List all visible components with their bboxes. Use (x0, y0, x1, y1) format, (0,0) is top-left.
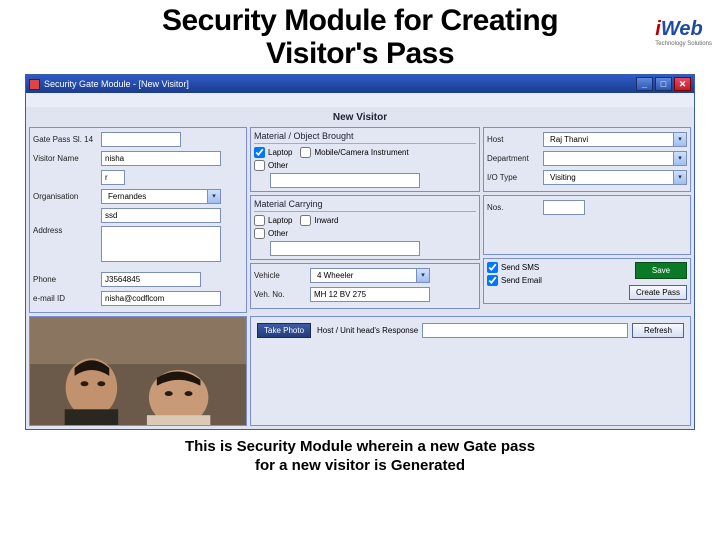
initial-input[interactable] (101, 170, 125, 185)
photo-preview (29, 316, 247, 426)
chevron-down-icon: ▾ (673, 171, 686, 184)
other-carry-input[interactable] (270, 241, 420, 256)
caption-line2: for a new visitor is Generated (255, 457, 465, 474)
create-pass-button[interactable]: Create Pass (629, 285, 687, 300)
host-label: Host (487, 135, 543, 144)
phone-input[interactable] (101, 272, 201, 287)
other-carry-checkbox[interactable]: Other (254, 228, 476, 239)
laptop-brought-checkbox[interactable]: Laptop (254, 147, 292, 158)
logo-text: Web (661, 18, 703, 40)
checkbox-icon (254, 147, 265, 158)
mobile-brought-checkbox[interactable]: Mobile/Camera Instrument (300, 147, 408, 158)
slide-caption: This is Security Module wherein a new Ga… (0, 438, 720, 476)
org-sub-input[interactable] (101, 208, 221, 223)
host-response-input[interactable] (422, 323, 628, 338)
caption-line1: This is Security Module wherein a new Ga… (185, 438, 535, 455)
dept-label: Department (487, 154, 543, 163)
photo-controls-panel: Take Photo Host / Unit head's Response R… (250, 316, 691, 426)
checkbox-icon (487, 275, 498, 286)
client-area: New Visitor Gate Pass Sl. 14 Visitor Nam… (26, 107, 694, 429)
titlebar: Security Gate Module - [New Visitor] _ □… (26, 75, 694, 93)
chevron-down-icon: ▾ (207, 190, 220, 203)
section-title: New Visitor (29, 110, 691, 127)
other-brought-input[interactable] (270, 173, 420, 188)
host-panel: Host Raj Thanvi ▾ Department ▾ (483, 127, 691, 192)
vehicle-panel: Vehicle 4 Wheeler ▾ Veh. No. (250, 263, 480, 309)
email-label: e-mail ID (33, 294, 101, 303)
slide-title: Security Module for Creating Visitor's P… (0, 0, 720, 72)
material-brought-panel: Material / Object Brought Laptop Mobile/… (250, 127, 480, 192)
organisation-select[interactable]: Fernandes ▾ (101, 189, 221, 204)
organisation-value: Fernandes (105, 192, 207, 201)
vehno-label: Veh. No. (254, 290, 310, 299)
checkbox-icon (300, 147, 311, 158)
checkbox-icon (487, 262, 498, 273)
checkbox-icon (300, 215, 311, 226)
host-value: Raj Thanvi (547, 135, 673, 144)
checkbox-icon (254, 228, 265, 239)
chevron-down-icon: ▾ (673, 152, 686, 165)
material-carrying-panel: Material Carrying Laptop Inward Other (250, 195, 480, 260)
host-select[interactable]: Raj Thanvi ▾ (543, 132, 687, 147)
phone-label: Phone (33, 275, 101, 284)
vehicle-label: Vehicle (254, 271, 310, 280)
material-brought-title: Material / Object Brought (254, 131, 476, 144)
material-carrying-title: Material Carrying (254, 199, 476, 212)
app-icon (29, 79, 40, 90)
iotype-select[interactable]: Visiting ▾ (543, 170, 687, 185)
slide-title-line1: Security Module for Creating (162, 4, 558, 37)
gatepass-label: Gate Pass Sl. 14 (33, 135, 101, 144)
photo-icon (30, 317, 246, 425)
vehicle-select[interactable]: 4 Wheeler ▾ (310, 268, 430, 283)
minimize-button[interactable]: _ (636, 77, 653, 91)
maximize-button[interactable]: □ (655, 77, 672, 91)
gatepass-input[interactable] (101, 132, 181, 147)
chevron-down-icon: ▾ (416, 269, 429, 282)
take-photo-button[interactable]: Take Photo (257, 323, 311, 338)
app-window: Security Gate Module - [New Visitor] _ □… (25, 74, 695, 430)
laptop-carry-checkbox[interactable]: Laptop (254, 215, 292, 226)
window-title: Security Gate Module - [New Visitor] (44, 79, 189, 89)
visitor-name-input[interactable] (101, 151, 221, 166)
iotype-value: Visiting (547, 173, 673, 182)
vehno-input[interactable] (310, 287, 430, 302)
save-button[interactable]: Save (635, 262, 687, 279)
address-label: Address (33, 226, 101, 235)
visitor-details-panel: Gate Pass Sl. 14 Visitor Name Organisati… (29, 127, 247, 313)
iotype-label: I/O Type (487, 173, 543, 182)
address-input[interactable] (101, 226, 221, 262)
inward-checkbox[interactable]: Inward (300, 215, 338, 226)
refresh-button[interactable]: Refresh (632, 323, 684, 338)
checkbox-icon (254, 215, 265, 226)
chevron-down-icon: ▾ (673, 133, 686, 146)
slide-title-line2: Visitor's Pass (266, 37, 454, 70)
nos-input[interactable] (543, 200, 585, 215)
vehicle-value: 4 Wheeler (314, 271, 416, 280)
logo: iWeb Technology Solutions (655, 18, 712, 47)
other-brought-checkbox[interactable]: Other (254, 160, 476, 171)
organisation-label: Organisation (33, 192, 101, 201)
nos-label: Nos. (487, 203, 543, 212)
actions-panel: Send SMS Send Email Save Create Pass (483, 258, 691, 304)
nos-panel: Nos. (483, 195, 691, 255)
email-input[interactable] (101, 291, 221, 306)
checkbox-icon (254, 160, 265, 171)
host-response-label: Host / Unit head's Response (317, 326, 418, 335)
menubar (26, 93, 694, 107)
close-button[interactable]: ✕ (674, 77, 691, 91)
logo-sub: Technology Solutions (655, 41, 712, 47)
visitor-name-label: Visitor Name (33, 154, 101, 163)
dept-select[interactable]: ▾ (543, 151, 687, 166)
